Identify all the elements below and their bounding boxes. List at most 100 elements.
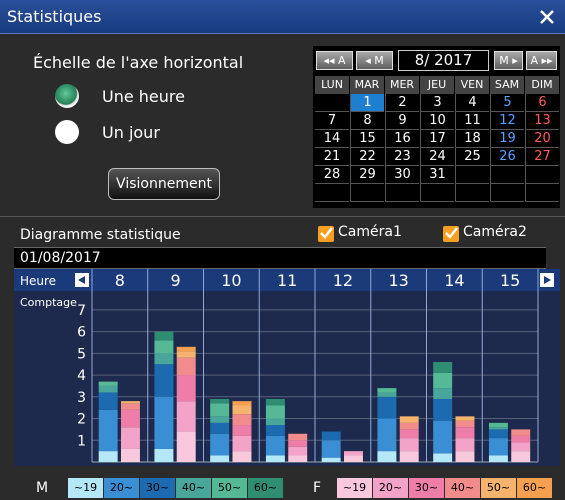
weekday-header: LUN — [315, 76, 349, 94]
legend: M F ~19 20~ 30~ 40~ 50~ 60~ ~19 20~ 30~ 40~ 50~ 60~ — [14, 470, 560, 500]
calendar-day[interactable]: 3 — [420, 94, 454, 112]
bar-F-~19 — [120, 448, 140, 462]
bar-M-40~ — [488, 427, 508, 430]
hour-tick-label: 8 — [115, 271, 125, 290]
y-tick-label: 5 — [77, 346, 86, 362]
y-tick-label: 4 — [77, 368, 86, 384]
x-axis-label: Heure — [20, 274, 56, 288]
window-title: Statistiques — [7, 7, 102, 26]
calendar-day[interactable]: 16 — [385, 130, 419, 148]
bar-F-30~ — [176, 375, 196, 402]
bar-F-50~ — [232, 405, 252, 415]
bar-M-30~ — [321, 431, 341, 441]
bar-M-40~ — [154, 353, 174, 365]
bar-F-30~ — [232, 425, 252, 436]
calendar-day[interactable]: 24 — [420, 148, 454, 166]
radio-one-day-label: Un jour — [102, 123, 160, 142]
calendar-day[interactable]: 21 — [315, 148, 349, 166]
axis-scale-panel: Échelle de l'axe horizontal Une heure Un… — [0, 34, 306, 216]
calendar-day[interactable]: 2 — [385, 94, 419, 112]
calendar-day[interactable]: 28 — [315, 166, 349, 184]
calendar-day[interactable]: 14 — [315, 130, 349, 148]
bar-M-30~ — [154, 364, 174, 397]
calendar-day[interactable]: 26 — [490, 148, 524, 166]
calendar-day[interactable]: 12 — [490, 112, 524, 130]
bar-F-30~ — [399, 429, 419, 439]
bar-F-50~ — [455, 416, 475, 421]
bar-M-~19 — [433, 453, 453, 462]
camera2-checkbox[interactable] — [443, 226, 459, 242]
calendar-day[interactable]: 30 — [385, 166, 419, 184]
camera1-checkbox[interactable] — [318, 226, 334, 242]
calendar-day[interactable]: 18 — [455, 130, 489, 148]
view-button[interactable]: Visionnement — [108, 168, 220, 200]
calendar-day[interactable]: 8 — [350, 112, 384, 130]
calendar-day[interactable]: 10 — [420, 112, 454, 130]
calendar-day[interactable]: 5 — [490, 94, 524, 112]
bar-M-~19 — [210, 455, 230, 462]
calendar-day[interactable]: 19 — [490, 130, 524, 148]
calendar-day[interactable]: 27 — [525, 148, 559, 166]
legend-F-1: 20~ — [373, 478, 408, 498]
close-icon[interactable] — [538, 8, 556, 26]
bar-M-50~ — [488, 422, 508, 428]
calendar-day[interactable]: 11 — [455, 112, 489, 130]
legend-M-5: 60~ — [248, 478, 283, 498]
date-bar: 01/08/2017 — [14, 247, 546, 269]
calendar-day[interactable]: 29 — [350, 166, 384, 184]
bar-F-~19 — [455, 451, 475, 462]
prev-month-button[interactable]: ◂ M — [356, 51, 393, 70]
calendar-day[interactable]: 9 — [385, 112, 419, 130]
chart-date: 01/08/2017 — [20, 250, 101, 266]
bar-M-20~ — [265, 435, 285, 456]
bar-M-~19 — [488, 455, 508, 462]
bar-F-40~ — [399, 422, 419, 430]
bar-F-50~ — [399, 416, 419, 423]
prev-year-button[interactable]: ◂◂ A — [316, 51, 353, 70]
bar-F-30~ — [511, 435, 531, 443]
bar-M-40~ — [98, 385, 118, 393]
next-month-button[interactable]: M ▸ — [494, 51, 523, 70]
legend-M-0: ~19 — [68, 478, 103, 498]
calendar-day[interactable]: 4 — [455, 94, 489, 112]
weekday-header: SAM — [490, 76, 524, 94]
bar-M-20~ — [98, 409, 118, 452]
y-tick-label: 2 — [77, 412, 86, 428]
calendar-day[interactable]: 15 — [350, 130, 384, 148]
calendar-day[interactable]: 22 — [350, 148, 384, 166]
calendar-day[interactable]: 13 — [525, 112, 559, 130]
calendar-empty-cell — [385, 184, 419, 202]
bar-F-40~ — [232, 414, 252, 426]
radio-one-hour[interactable] — [55, 84, 79, 108]
bar-M-~19 — [321, 457, 341, 462]
next-year-button[interactable]: A ▸▸ — [526, 51, 557, 70]
calendar-day[interactable]: 1 — [350, 94, 384, 112]
bar-M-20~ — [154, 396, 174, 449]
bar-F-~19 — [176, 431, 196, 462]
bar-M-20~ — [488, 438, 508, 456]
calendar-day[interactable]: 6 — [525, 94, 559, 112]
legend-F-3: 40~ — [445, 478, 480, 498]
calendar-day[interactable]: 20 — [525, 130, 559, 148]
calendar-day[interactable]: 17 — [420, 130, 454, 148]
bar-M-30~ — [210, 422, 230, 434]
calendar-day[interactable]: 7 — [315, 112, 349, 130]
camera1-label: Caméra1 — [338, 224, 402, 240]
hour-tick-label: 12 — [333, 271, 353, 290]
legend-M-4: 50~ — [212, 478, 247, 498]
radio-one-day[interactable] — [55, 120, 79, 144]
axis-scale-label: Échelle de l'axe horizontal — [33, 53, 244, 72]
bar-M-30~ — [488, 429, 508, 439]
bar-M-30~ — [433, 398, 453, 421]
calendar-day[interactable]: 25 — [455, 148, 489, 166]
radio-one-hour-label: Une heure — [102, 87, 185, 106]
calendar-day[interactable]: 23 — [385, 148, 419, 166]
hour-tick-label: 15 — [500, 271, 520, 290]
bar-F-20~ — [288, 446, 308, 456]
bar-M-40~ — [433, 388, 453, 399]
calendar-day[interactable]: 31 — [420, 166, 454, 184]
bar-M-50~ — [377, 388, 397, 393]
bar-M-40~ — [377, 392, 397, 397]
bar-M-20~ — [433, 420, 453, 454]
y-tick-label: 1 — [77, 433, 86, 449]
